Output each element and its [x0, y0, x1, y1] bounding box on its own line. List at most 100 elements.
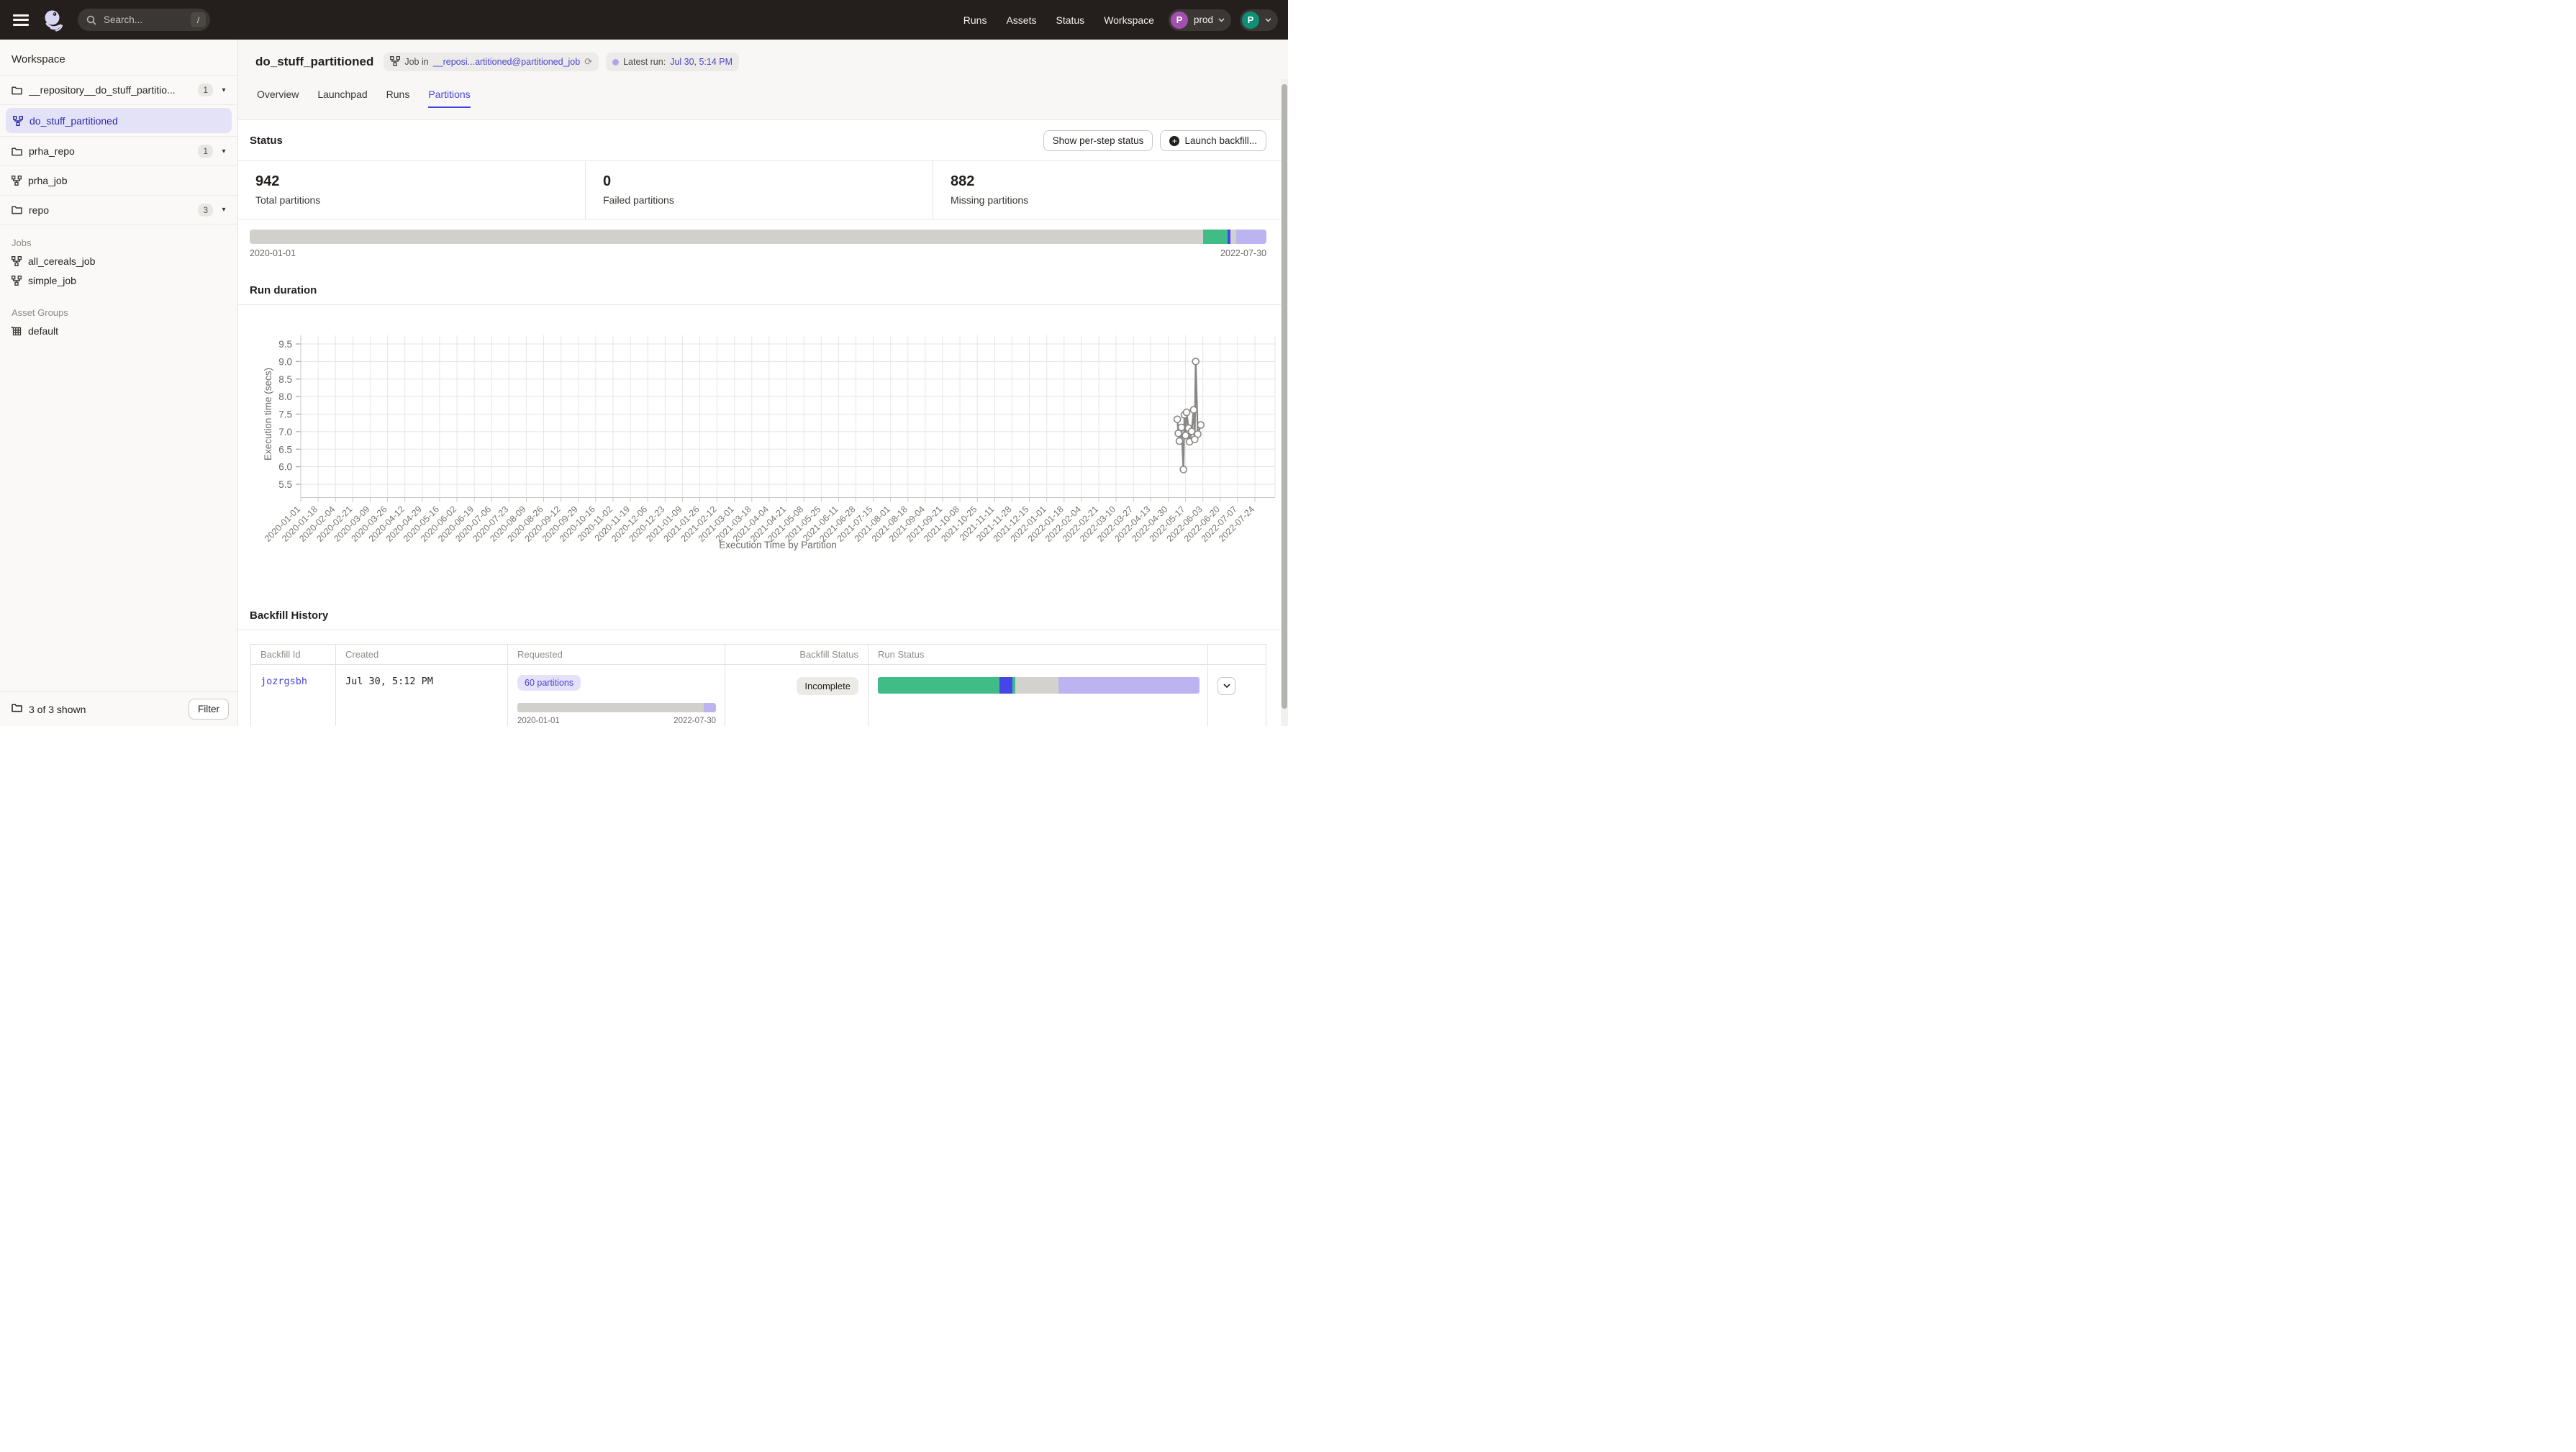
svg-text:6.0: 6.0: [278, 462, 292, 473]
sidebar-item-prha_repo[interactable]: prha_repo 1 ▾: [0, 136, 237, 165]
filter-button[interactable]: Filter: [189, 699, 229, 720]
stat-total-partitions: 942 Total partitions: [238, 161, 586, 219]
bar-segment-green: [957, 677, 999, 694]
data-point[interactable]: [1194, 431, 1201, 437]
execution-time-chart: 2020-01-012020-01-182020-02-042020-02-21…: [238, 305, 1281, 558]
sidebar-job-all_cereals_job[interactable]: all_cereals_job: [12, 255, 226, 267]
folder-icon: [12, 703, 22, 716]
sidebar-item-prha_job[interactable]: prha_job: [0, 165, 237, 195]
data-point[interactable]: [1178, 425, 1184, 431]
requested-range-bar: [517, 703, 716, 712]
asset-groups-heading: Asset Groups: [12, 307, 226, 318]
nav-link-runs[interactable]: Runs: [963, 14, 987, 26]
sidebar-item-do_stuff_partitioned[interactable]: do_stuff_partitioned: [6, 108, 232, 133]
folder-icon: [12, 147, 22, 156]
latest-run-link[interactable]: Jul 30, 5:14 PM: [670, 57, 733, 67]
data-point[interactable]: [1197, 422, 1204, 428]
dagster-logo-icon[interactable]: [42, 9, 65, 32]
data-point[interactable]: [1176, 438, 1183, 445]
backfill-id-link[interactable]: jozrgsbh: [260, 676, 307, 687]
caret-down-icon[interactable]: ▾: [219, 206, 229, 214]
sidebar-item-repo[interactable]: repo 3 ▾: [0, 195, 237, 224]
primary-nav: Runs Assets Status Workspace: [963, 14, 1154, 26]
tab-overview[interactable]: Overview: [257, 89, 299, 108]
stat-label: Total partitions: [255, 194, 568, 206]
chevron-down-icon: [1223, 684, 1230, 689]
expand-row-button[interactable]: [1217, 677, 1235, 695]
search-input[interactable]: Search... /: [78, 9, 210, 31]
svg-text:7.5: 7.5: [278, 409, 292, 420]
menu-hamburger-icon[interactable]: [13, 14, 29, 26]
svg-text:8.0: 8.0: [278, 391, 292, 402]
partition-status-bar: 2020-01-01 2022-07-30: [238, 219, 1281, 258]
stat-label: Missing partitions: [951, 194, 1264, 206]
sidebar-job-simple_job[interactable]: simple_job: [12, 275, 226, 286]
asset-group-icon: [12, 326, 22, 336]
latest-run-label: Latest run:: [623, 57, 666, 67]
backfill-created: Jul 30, 5:12 PM: [345, 676, 433, 687]
user-menu[interactable]: P: [1240, 9, 1278, 31]
folder-icon: [12, 703, 22, 712]
sidebar-footer: 3 of 3 shown Filter: [0, 691, 237, 726]
tab-launchpad[interactable]: Launchpad: [317, 89, 367, 108]
run-status-bar[interactable]: [878, 677, 1199, 694]
sidebar-title: Workspace: [0, 40, 237, 75]
deployment-label: prod: [1194, 14, 1213, 25]
data-point[interactable]: [1184, 409, 1190, 416]
deployment-switcher[interactable]: P prod: [1169, 9, 1231, 31]
page-title: do_stuff_partitioned: [255, 55, 373, 69]
launch-backfill-button[interactable]: + Launch backfill...: [1160, 130, 1266, 151]
sidebar-item-__repository__do_stuff_partitio[interactable]: __repository__do_stuff_partitio... 1 ▾: [0, 75, 237, 104]
partition-bar-end: 2022-07-30: [1220, 248, 1266, 258]
stat-missing-partitions: 882 Missing partitions: [933, 161, 1281, 219]
bar-segment-green: [878, 677, 957, 694]
bar-segment-lavender: [704, 703, 716, 712]
show-per-step-status-button[interactable]: Show per-step status: [1043, 130, 1153, 151]
nav-link-status[interactable]: Status: [1056, 14, 1084, 26]
data-point[interactable]: [1190, 407, 1197, 413]
partitions-panel: Status Show per-step status + Launch bac…: [238, 120, 1281, 726]
partition-bar-start: 2020-01-01: [250, 248, 296, 258]
job-icon: [13, 116, 23, 126]
tab-runs[interactable]: Runs: [386, 89, 410, 108]
partition-bar[interactable]: [250, 230, 1266, 244]
bar-segment-lavender: [1236, 230, 1266, 244]
repo-count-badge: 1: [198, 83, 213, 96]
search-placeholder: Search...: [99, 14, 191, 25]
requested-partitions-tag[interactable]: 60 partitions: [517, 675, 581, 691]
backfill-status-badge: Incomplete: [797, 677, 858, 695]
bar-segment-gray: [1015, 677, 1058, 694]
chevron-down-icon: [1265, 18, 1271, 22]
job-icon: [12, 256, 22, 266]
caret-down-icon[interactable]: ▾: [219, 86, 229, 94]
run-duration-heading: Run duration: [250, 284, 317, 296]
job-origin-prefix: Job in: [404, 57, 428, 67]
jobs-heading: Jobs: [12, 237, 226, 248]
dagster-app: Search... / Runs Assets Status Workspace P …: [0, 0, 1288, 726]
svg-text:6.5: 6.5: [278, 444, 292, 455]
bar-segment-bar_gray: [250, 230, 1203, 244]
data-point[interactable]: [1192, 358, 1199, 365]
nav-link-workspace[interactable]: Workspace: [1104, 14, 1154, 26]
data-point[interactable]: [1189, 428, 1195, 435]
job-icon: [390, 56, 400, 66]
user-avatar: P: [1242, 12, 1259, 29]
backfill-row: jozrgsbh Jul 30, 5:12 PM 60 partitions 2…: [251, 665, 1266, 727]
bar-segment-bar_gray: [1230, 230, 1236, 244]
nav-link-assets[interactable]: Assets: [1006, 14, 1036, 26]
reload-icon[interactable]: ⟳: [584, 56, 592, 68]
job-icon: [12, 176, 22, 186]
svg-text:7.0: 7.0: [278, 427, 292, 437]
job-origin-link[interactable]: __reposi...artitioned@partitioned_job: [433, 57, 581, 67]
data-point[interactable]: [1174, 416, 1181, 422]
caret-down-icon[interactable]: ▾: [219, 148, 229, 155]
bar-segment-indigo: [999, 677, 1012, 694]
scrollbar-track[interactable]: [1281, 79, 1288, 726]
svg-text:5.5: 5.5: [278, 479, 292, 490]
data-point[interactable]: [1180, 466, 1187, 473]
sidebar-group-default[interactable]: default: [12, 325, 226, 337]
deployment-avatar: P: [1171, 12, 1188, 29]
tab-partitions[interactable]: Partitions: [428, 89, 470, 108]
data-point[interactable]: [1182, 432, 1189, 439]
scrollbar-thumb[interactable]: [1282, 84, 1287, 709]
